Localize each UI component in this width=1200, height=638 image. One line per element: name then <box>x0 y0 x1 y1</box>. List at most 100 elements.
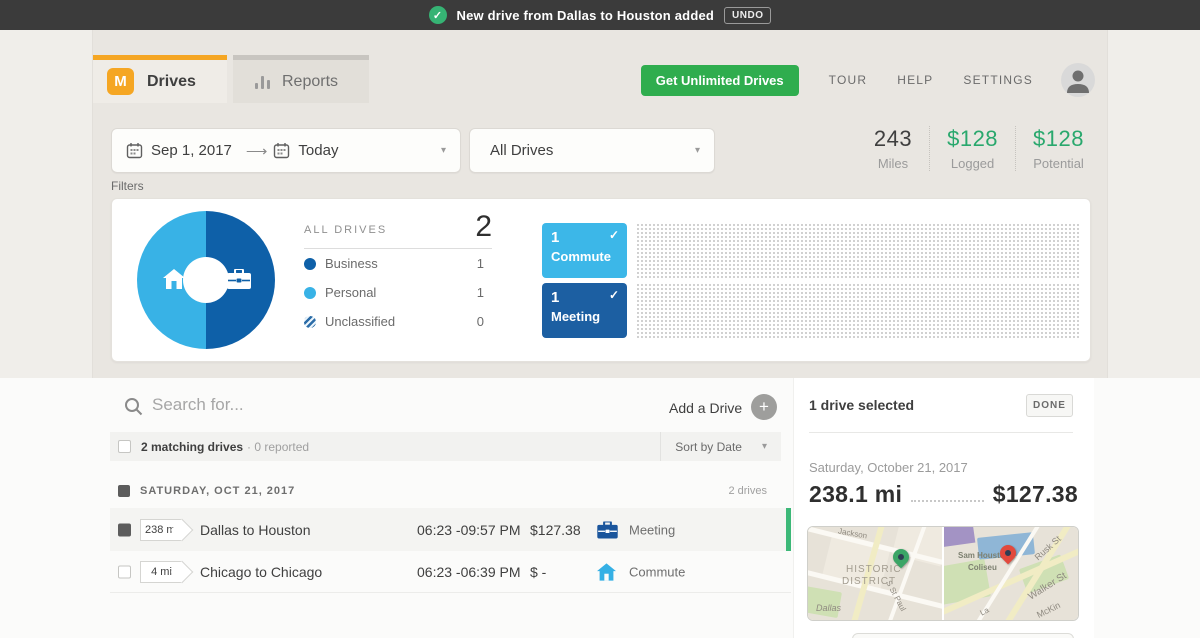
undo-button[interactable]: UNDO <box>724 6 772 24</box>
route-text: Chicago to Chicago <box>200 563 323 580</box>
detail-miles: 238.1 mi <box>809 481 903 507</box>
drives-list-section: Add a Drive + 2 matching drives · 0 repo… <box>0 378 1200 638</box>
total-drives-count: 2 <box>475 210 492 243</box>
miles-badge: 238 mi <box>140 518 182 541</box>
tab-reports-label: Reports <box>282 72 339 90</box>
chevron-down-icon: ▾ <box>694 145 700 156</box>
stats-summary: 243 Miles $128 Logged $128 Potential <box>857 126 1101 171</box>
category-label: Commute <box>629 564 686 579</box>
stat-miles-label: Miles <box>877 156 909 171</box>
drive-row[interactable]: 238 mi Dallas to Houston 06:23 -09:57 PM… <box>110 508 791 551</box>
briefcase-icon <box>227 269 251 289</box>
mileiq-logo-icon: M <box>107 68 134 95</box>
user-avatar[interactable] <box>1061 63 1095 97</box>
detail-amount: $127.38 <box>992 481 1078 507</box>
done-button[interactable]: DONE <box>1026 394 1073 417</box>
stat-miles: 243 Miles <box>857 126 929 171</box>
divider <box>809 432 1073 433</box>
bar-chart-icon <box>255 75 270 89</box>
check-icon: ✓ <box>608 288 619 302</box>
nav-help[interactable]: HELP <box>897 73 933 87</box>
notification-toast: ✓ New drive from Dallas to Houston added… <box>0 0 1200 30</box>
stat-miles-value: 243 <box>873 126 913 151</box>
row-checkbox[interactable] <box>118 565 131 578</box>
chevron-down-icon: ▾ <box>440 145 446 156</box>
stat-logged: $128 Logged <box>929 126 1015 171</box>
empty-card-slots-pattern <box>636 223 1080 278</box>
stat-potential-label: Potential <box>1033 156 1084 171</box>
search-input[interactable] <box>152 390 592 420</box>
empty-card-slots-pattern <box>636 283 1080 338</box>
nav-tour[interactable]: TOUR <box>829 73 868 87</box>
get-unlimited-drives-button[interactable]: Get Unlimited Drives <box>640 64 799 96</box>
reported-text: · 0 reported <box>247 439 310 454</box>
check-icon: ✓ <box>608 228 619 242</box>
date-start: Sep 1, 2017 <box>151 142 232 159</box>
arrow-right-icon: ⟶ <box>245 142 268 160</box>
amount-text: $127.38 <box>530 521 581 538</box>
business-dot-icon <box>304 257 316 270</box>
time-text: 06:23 -06:39 PM <box>417 563 521 580</box>
toast-message: New drive from Dallas to Houston added <box>456 7 715 23</box>
legend-title: ALL DRIVES <box>304 224 388 236</box>
drive-type-value: All Drives <box>490 142 554 159</box>
group-drive-count: 2 drives <box>728 485 767 497</box>
chevron-down-icon: ▾ <box>761 441 767 452</box>
matching-drives-text: 2 matching drives <box>141 439 244 454</box>
calendar-icon <box>274 143 290 159</box>
tab-reports[interactable]: Reports <box>233 55 369 103</box>
matching-drives-bar: 2 matching drives · 0 reported Sort by D… <box>110 432 781 461</box>
start-location-map: Jackson HISTORIC DISTRICT S St Paul Dall… <box>808 527 942 620</box>
person-icon <box>1067 70 1089 93</box>
briefcase-icon <box>597 521 618 538</box>
end-location-map: Sam Housto Coliseu Rusk St Walker St McK… <box>944 527 1078 620</box>
stat-potential-value: $128 <box>1033 126 1084 151</box>
unclassified-dot-icon <box>304 315 316 328</box>
add-a-drive-label[interactable]: Add a Drive <box>669 400 742 416</box>
chart-legend: ALL DRIVES 2 Business 1 Personal 1 Uncla… <box>304 212 492 336</box>
select-all-checkbox[interactable] <box>118 440 131 453</box>
personal-dot-icon <box>304 286 316 299</box>
group-date: SATURDAY, OCT 21, 2017 <box>140 485 296 497</box>
commute-card[interactable]: 1 ✓ Commute <box>542 223 627 278</box>
legend-item-personal: Personal 1 <box>304 278 492 307</box>
drive-row[interactable]: 4 mi Chicago to Chicago 06:23 -06:39 PM … <box>110 551 791 592</box>
selected-count-text: 1 drive selected <box>809 397 915 413</box>
list-divider <box>110 592 791 593</box>
calendar-icon <box>126 143 143 159</box>
group-checkbox[interactable] <box>118 485 130 497</box>
row-checkbox[interactable] <box>118 523 131 536</box>
route-text: Dallas to Houston <box>200 521 311 538</box>
tab-drives-label: Drives <box>147 72 196 90</box>
drives-donut-chart <box>137 211 275 349</box>
selected-indicator <box>786 508 791 551</box>
detail-date: Saturday, October 21, 2017 <box>809 460 968 475</box>
filters-label: Filters <box>111 179 144 193</box>
sort-dropdown[interactable]: Sort by Date ▾ <box>660 432 781 461</box>
amount-text: $ - <box>530 563 547 580</box>
home-icon <box>597 562 616 581</box>
nav-settings[interactable]: SETTINGS <box>963 73 1033 87</box>
app-window: ✓ New drive from Dallas to Houston added… <box>0 0 1200 638</box>
tab-drives[interactable]: M Drives <box>93 55 227 103</box>
legend-item-unclassified: Unclassified 0 <box>304 307 492 336</box>
dotted-leader <box>911 500 984 502</box>
route-map-thumbnails[interactable]: Jackson HISTORIC DISTRICT S St Paul Dall… <box>807 526 1079 621</box>
location-field-partial[interactable] <box>852 633 1074 638</box>
search-icon <box>125 398 143 416</box>
stat-potential: $128 Potential <box>1015 126 1101 171</box>
top-section: M Drives Reports Get Unlimited Drives TO… <box>0 30 1200 378</box>
drive-type-dropdown[interactable]: All Drives ▾ <box>469 128 715 173</box>
add-drive-plus-button[interactable]: + <box>751 394 777 420</box>
stat-logged-value: $128 <box>947 126 999 151</box>
date-range-selector[interactable]: Sep 1, 2017 ⟶ Today ▾ <box>111 128 461 173</box>
stat-logged-label: Logged <box>950 156 995 171</box>
main-column: M Drives Reports Get Unlimited Drives TO… <box>92 30 1108 378</box>
legend-item-business: Business 1 <box>304 249 492 278</box>
success-check-icon: ✓ <box>428 6 447 24</box>
category-label: Meeting <box>629 522 676 537</box>
drive-detail-panel: 1 drive selected DONE Saturday, October … <box>793 378 1094 638</box>
meeting-card[interactable]: 1 ✓ Meeting <box>542 283 627 338</box>
detail-amount-row: 238.1 mi $127.38 <box>809 481 1078 508</box>
home-icon <box>163 269 185 289</box>
